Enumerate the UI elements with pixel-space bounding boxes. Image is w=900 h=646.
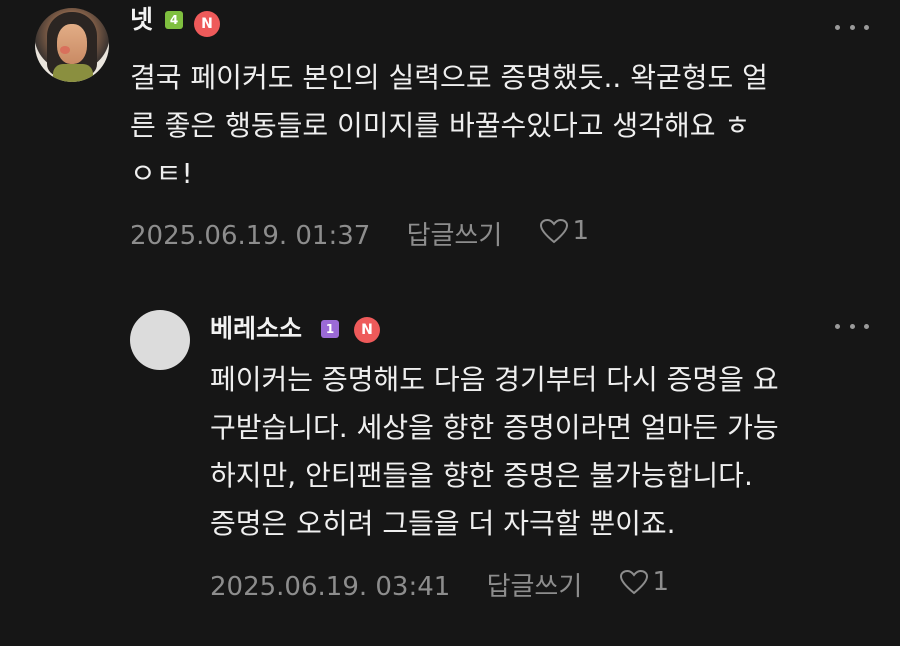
new-badge: N	[354, 317, 380, 343]
portrait-avatar-face	[57, 24, 87, 64]
timestamp: 2025.06.19. 01:37	[130, 221, 371, 251]
more-dots-icon[interactable]	[835, 20, 869, 34]
reply-button[interactable]: 답글쓰기	[407, 221, 503, 251]
like-button[interactable]: 1	[619, 567, 670, 597]
level-badge: 1	[321, 320, 339, 338]
like-button[interactable]: 1	[539, 216, 590, 246]
like-count: 1	[652, 567, 670, 597]
author-name[interactable]: 넷	[130, 5, 153, 35]
timestamp: 2025.06.19. 03:41	[210, 572, 451, 602]
comment-meta: 2025.06.19. 01:37 답글쓰기 1	[130, 216, 589, 251]
heart-icon	[539, 218, 568, 244]
heart-icon	[619, 569, 648, 595]
comment-text: 결국 페이커도 본인의 실력으로 증명했듯.. 왁굳형도 얼 른 좋은 행동들로…	[130, 61, 768, 190]
portrait-avatar-shirt	[53, 64, 93, 82]
comment-text: 페이커는 증명해도 다음 경기부터 다시 증명을 요 구받습니다. 세상을 향한…	[210, 363, 779, 540]
portrait-avatar-cheek	[60, 46, 70, 54]
comment-meta: 2025.06.19. 03:41 답글쓰기 1	[210, 567, 669, 602]
avatar[interactable]	[130, 310, 190, 370]
like-count: 1	[572, 216, 590, 246]
reply-button[interactable]: 답글쓰기	[487, 572, 583, 602]
more-dots-icon[interactable]	[835, 319, 869, 333]
author-name[interactable]: 베레소소	[210, 314, 302, 344]
avatar[interactable]	[35, 8, 109, 82]
new-badge: N	[194, 11, 220, 37]
level-badge: 4	[165, 11, 183, 29]
